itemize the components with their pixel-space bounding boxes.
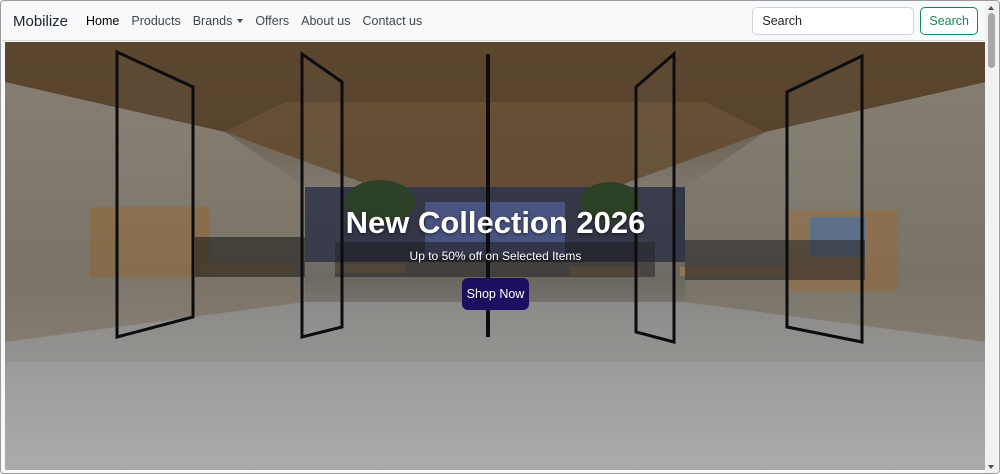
search-button[interactable]: Search xyxy=(920,7,978,35)
nav-link-offers[interactable]: Offers xyxy=(255,14,289,28)
browser-viewport: Mobilize Home Products Brands Offers Abo… xyxy=(0,0,1000,474)
scroll-thumb[interactable] xyxy=(988,13,995,68)
nav-links: Home Products Brands Offers About us Con… xyxy=(86,14,434,28)
search-form: Search xyxy=(752,7,978,35)
nav-link-about-us[interactable]: About us xyxy=(301,14,350,28)
nav-link-products[interactable]: Products xyxy=(131,14,180,28)
scroll-down-arrow-icon[interactable] xyxy=(988,465,994,469)
nav-link-brands-label: Brands xyxy=(192,14,233,28)
nav-link-home[interactable]: Home xyxy=(86,14,119,28)
hero-banner: New Collection 2026 Up to 50% off on Sel… xyxy=(5,42,986,470)
hero-title: New Collection 2026 xyxy=(345,205,646,240)
caret-down-icon xyxy=(237,19,244,23)
hero-subtitle: Up to 50% off on Selected Items xyxy=(409,249,582,263)
shop-now-button[interactable]: Shop Now xyxy=(462,278,529,310)
nav-link-brands[interactable]: Brands xyxy=(193,14,244,28)
nav-link-contact-us[interactable]: Contact us xyxy=(362,14,422,28)
navbar: Mobilize Home Products Brands Offers Abo… xyxy=(2,2,986,41)
scroll-up-arrow-icon[interactable] xyxy=(988,6,994,10)
page-scrollbar[interactable] xyxy=(985,2,998,473)
brand-logo[interactable]: Mobilize xyxy=(13,13,68,30)
search-input[interactable] xyxy=(752,7,915,35)
